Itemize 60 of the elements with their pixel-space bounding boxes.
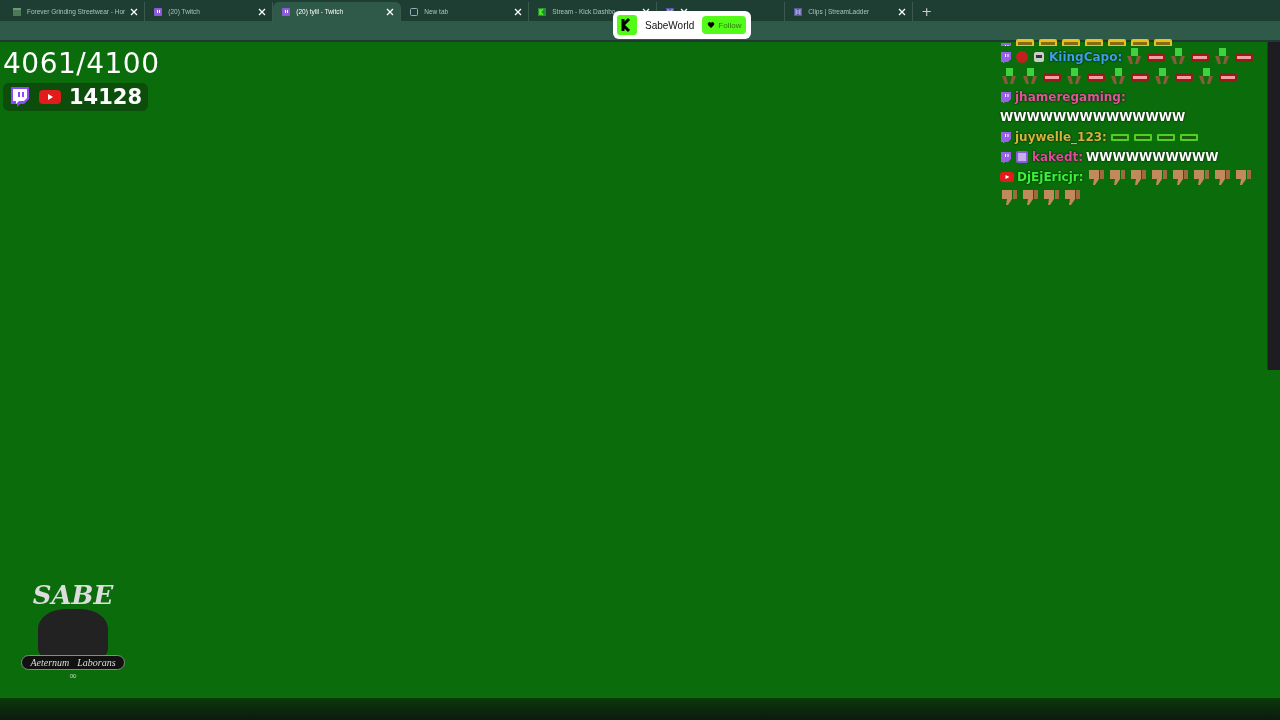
thumbs-down-icon xyxy=(1233,168,1252,186)
chat-username: jhameregaming: xyxy=(1015,89,1126,106)
logo-title: SABE xyxy=(32,581,114,609)
storefront-icon xyxy=(12,6,22,17)
twitch-logo-icon xyxy=(153,6,164,17)
thumbs-down-icon xyxy=(1128,168,1147,186)
chat-message: WWWWWWWWWW xyxy=(1086,149,1219,166)
chat-username: DjEjEricjr: xyxy=(1017,169,1084,186)
close-icon[interactable] xyxy=(386,7,395,16)
thumbs-down-icon xyxy=(1021,188,1039,206)
thumbs-down-icon xyxy=(1063,188,1081,206)
kick-logo-icon xyxy=(617,15,637,35)
chat-username: KiingCapo: xyxy=(1049,49,1123,66)
chat-username: juywelle_123: xyxy=(1015,129,1107,146)
twitch-logo-icon xyxy=(1000,51,1012,63)
thumbs-down-icon xyxy=(1042,188,1060,206)
chat-message: WWWWWWWWWWWWWW xyxy=(1000,109,1186,126)
kick-logo-icon xyxy=(537,6,548,17)
goal-counter: 4061/4100 xyxy=(3,47,160,81)
twitch-logo-icon xyxy=(1000,91,1012,103)
close-icon[interactable] xyxy=(130,7,139,16)
thumbs-down-icon xyxy=(1212,168,1231,186)
hands-emote-icon xyxy=(1213,48,1232,66)
banner-text: Aeternum xyxy=(30,657,70,668)
hands-emote-icon xyxy=(1197,68,1215,86)
hands-emote-icon xyxy=(1000,68,1018,86)
thumbs-down-icon xyxy=(1000,188,1018,206)
hands-emote-icon xyxy=(1021,68,1039,86)
thumbs-down-icon xyxy=(1170,168,1189,186)
hands-emote-icon xyxy=(1065,68,1083,86)
new-tab-button[interactable]: + xyxy=(913,2,941,21)
page-icon xyxy=(409,6,420,17)
youtube-logo-icon xyxy=(1000,172,1014,182)
follow-button[interactable]: Follow xyxy=(702,16,747,34)
hands-emote-icon xyxy=(1153,68,1171,86)
hands-emote-icon xyxy=(1125,48,1144,66)
youtube-logo-icon xyxy=(39,89,61,105)
close-icon[interactable] xyxy=(258,7,267,16)
chat-username: kakedt: xyxy=(1032,149,1083,166)
thumbs-down-icon xyxy=(1107,168,1126,186)
close-icon[interactable] xyxy=(514,7,523,16)
robot-badge-icon xyxy=(1032,50,1046,64)
viewer-count: 14128 xyxy=(69,85,143,109)
twitch-logo-icon xyxy=(9,86,31,108)
thumbs-down-icon xyxy=(1086,168,1105,186)
thumbs-down-icon xyxy=(1149,168,1168,186)
twitch-logo-icon xyxy=(281,6,292,17)
subscriber-badge-icon xyxy=(1015,150,1029,164)
thumbs-down-icon xyxy=(1191,168,1210,186)
infinity-sign: ∞ xyxy=(68,670,78,682)
channel-name: SabeWorld xyxy=(645,19,695,31)
close-icon[interactable] xyxy=(898,7,907,16)
twitch-logo-icon xyxy=(1000,131,1012,143)
hands-emote-icon xyxy=(1169,48,1188,66)
hands-emote-icon xyxy=(1109,68,1127,86)
ladder-icon xyxy=(793,6,804,17)
heart-icon xyxy=(707,21,716,29)
gem-badge-icon xyxy=(1015,50,1029,64)
twitch-logo-icon xyxy=(1000,151,1012,163)
banner-text: Laborans xyxy=(77,657,116,668)
